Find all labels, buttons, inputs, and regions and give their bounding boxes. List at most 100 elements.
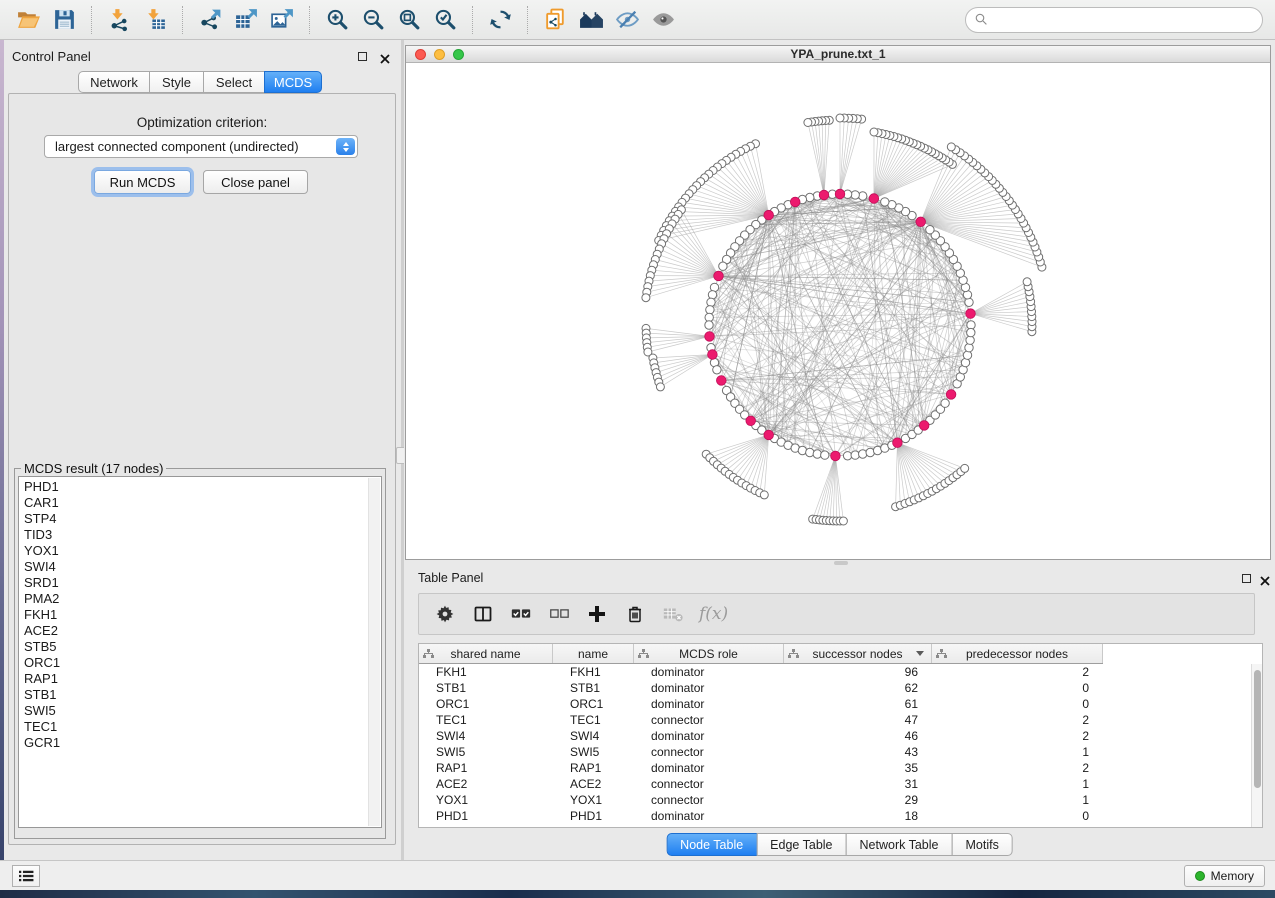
search-input[interactable]	[989, 10, 1262, 30]
unselect-all-button[interactable]	[543, 598, 575, 630]
graph-node[interactable]	[947, 143, 955, 151]
column-header-predecessor-nodes[interactable]: predecessor nodes	[932, 644, 1103, 663]
graph-node[interactable]	[851, 191, 859, 199]
network-graph[interactable]	[406, 63, 1270, 559]
float-table-panel-icon[interactable]	[1242, 574, 1251, 583]
graph-hub-node[interactable]	[869, 194, 879, 204]
mcds-result-item[interactable]: SRD1	[24, 575, 381, 591]
graph-node[interactable]	[941, 399, 949, 407]
mcds-result-item[interactable]: RAP1	[24, 671, 381, 687]
zoom-out-button[interactable]	[355, 3, 391, 37]
memory-button[interactable]: Memory	[1184, 865, 1265, 887]
graph-node[interactable]	[713, 366, 721, 374]
graph-node[interactable]	[926, 226, 934, 234]
export-image-button[interactable]	[264, 3, 300, 37]
delete-column-button[interactable]	[619, 598, 651, 630]
graph-hub-node[interactable]	[714, 271, 724, 281]
graph-hub-node[interactable]	[746, 416, 756, 426]
mcds-result-item[interactable]: SWI5	[24, 703, 381, 719]
table-row[interactable]: FKH1FKH1dominator962	[419, 664, 1103, 680]
graph-node[interactable]	[705, 321, 713, 329]
table-row[interactable]: ACE2ACE2connector311	[419, 776, 1103, 792]
graph-hub-node[interactable]	[717, 376, 727, 386]
graph-node[interactable]	[859, 450, 867, 458]
table-scrollbar-thumb[interactable]	[1254, 670, 1261, 788]
table-row[interactable]: STB1STB1dominator620	[419, 680, 1103, 696]
mcds-result-item[interactable]: CAR1	[24, 495, 381, 511]
graph-hub-node[interactable]	[819, 190, 829, 200]
column-header-MCDS-role[interactable]: MCDS role	[634, 644, 784, 663]
show-all-button[interactable]	[645, 3, 681, 37]
horizontal-splitter-handle[interactable]	[834, 561, 848, 565]
mcds-result-item[interactable]: PHD1	[24, 479, 381, 495]
network-window-titlebar[interactable]: YPA_prune.txt_1	[406, 46, 1270, 63]
export-table-button[interactable]	[228, 3, 264, 37]
import-network-button[interactable]	[101, 3, 137, 37]
mcds-result-item[interactable]: STB5	[24, 639, 381, 655]
table-row[interactable]: PHD1PHD1dominator180	[419, 808, 1103, 824]
table-row[interactable]: RAP1RAP1dominator352	[419, 760, 1103, 776]
graph-node[interactable]	[708, 291, 716, 299]
graph-node[interactable]	[806, 448, 814, 456]
graph-node[interactable]	[656, 383, 664, 391]
mcds-result-item[interactable]: ACE2	[24, 623, 381, 639]
clone-network-button[interactable]	[537, 3, 573, 37]
import-table-button[interactable]	[137, 3, 173, 37]
node-table[interactable]: shared namenameMCDS rolesuccessor nodesp…	[418, 643, 1263, 828]
tab-style[interactable]: Style	[149, 71, 204, 93]
task-history-button[interactable]	[12, 865, 40, 887]
graph-node[interactable]	[706, 306, 714, 314]
table-row[interactable]: YOX1YOX1connector291	[419, 792, 1103, 808]
column-header-shared-name[interactable]: shared name	[419, 644, 553, 663]
tab-motifs[interactable]: Motifs	[951, 833, 1012, 856]
mcds-result-item[interactable]: TEC1	[24, 719, 381, 735]
graph-hub-node[interactable]	[764, 430, 774, 440]
tab-network-table[interactable]: Network Table	[846, 833, 953, 856]
close-panel-button[interactable]: Close panel	[203, 170, 308, 194]
graph-hub-node[interactable]	[835, 189, 845, 199]
mcds-result-item[interactable]: FKH1	[24, 607, 381, 623]
graph-hub-node[interactable]	[764, 210, 774, 220]
zoom-selected-button[interactable]	[427, 3, 463, 37]
tab-select[interactable]: Select	[203, 71, 265, 93]
add-column-button[interactable]	[581, 598, 613, 630]
graph-node[interactable]	[870, 128, 878, 136]
function-builder-button-disabled[interactable]: f(x)	[695, 604, 728, 624]
close-panel-icon[interactable]	[380, 51, 390, 69]
mcds-result-item[interactable]: ORC1	[24, 655, 381, 671]
show-columns-button[interactable]	[467, 598, 499, 630]
graph-node[interactable]	[963, 351, 971, 359]
mcds-result-item[interactable]: YOX1	[24, 543, 381, 559]
graph-hub-node[interactable]	[946, 390, 956, 400]
graph-node[interactable]	[965, 298, 973, 306]
graph-hub-node[interactable]	[916, 217, 926, 227]
graph-hub-node[interactable]	[831, 451, 841, 461]
graph-hub-node[interactable]	[790, 197, 800, 207]
save-session-button[interactable]	[46, 3, 82, 37]
mcds-result-item[interactable]: STP4	[24, 511, 381, 527]
open-file-button[interactable]	[10, 3, 46, 37]
graph-node[interactable]	[966, 336, 974, 344]
mcds-result-item[interactable]: GCR1	[24, 735, 381, 751]
export-network-button[interactable]	[192, 3, 228, 37]
graph-node[interactable]	[839, 517, 847, 525]
criterion-dropdown[interactable]: largest connected component (undirected)	[44, 135, 358, 158]
table-row[interactable]: TEC1TEC1connector472	[419, 712, 1103, 728]
select-all-button[interactable]	[505, 598, 537, 630]
mcds-result-item[interactable]: PMA2	[24, 591, 381, 607]
zoom-in-button[interactable]	[319, 3, 355, 37]
hide-selected-button[interactable]	[609, 3, 645, 37]
run-mcds-button[interactable]: Run MCDS	[94, 170, 191, 194]
table-row[interactable]: ORC1ORC1dominator610	[419, 696, 1103, 712]
close-table-panel-icon[interactable]	[1260, 573, 1270, 591]
search-field[interactable]	[965, 7, 1263, 33]
refresh-view-button[interactable]	[482, 3, 518, 37]
graph-node[interactable]	[760, 491, 768, 499]
mcds-result-item[interactable]: TID3	[24, 527, 381, 543]
graph-node[interactable]	[719, 262, 727, 270]
graph-hub-node[interactable]	[708, 350, 718, 360]
graph-node[interactable]	[804, 119, 812, 127]
graph-node[interactable]	[881, 198, 889, 206]
mcds-result-list[interactable]: PHD1CAR1STP4TID3YOX1SWI4SRD1PMA2FKH1ACE2…	[18, 476, 382, 828]
graph-hub-node[interactable]	[919, 421, 929, 431]
